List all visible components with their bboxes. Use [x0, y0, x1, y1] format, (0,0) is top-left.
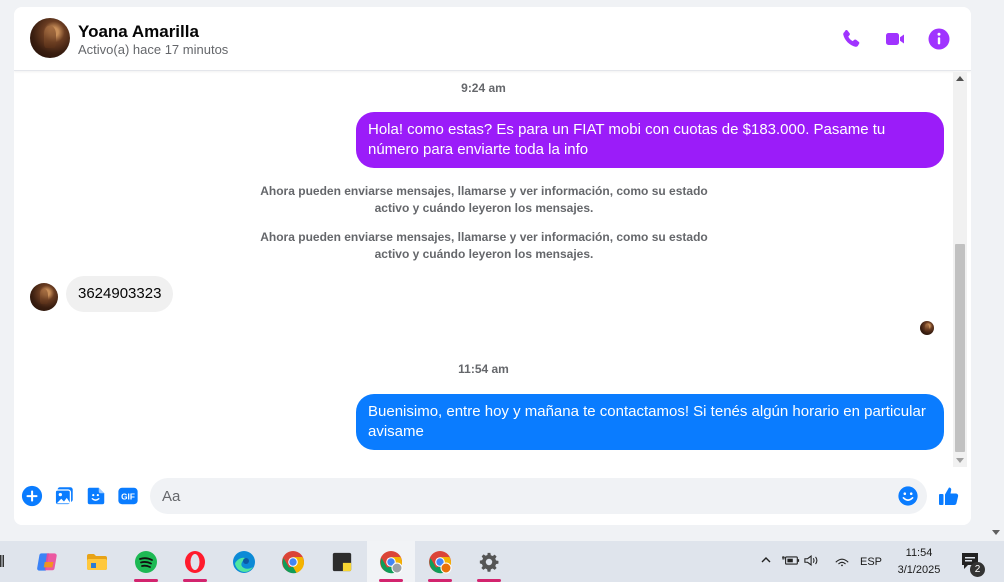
- phone-call-icon[interactable]: [839, 27, 863, 51]
- timestamp: 11:54 am: [458, 362, 509, 376]
- sticky-notes-icon[interactable]: [318, 541, 366, 582]
- incoming-message-bubble[interactable]: 3624903323: [66, 276, 174, 312]
- info-icon[interactable]: [927, 27, 951, 51]
- svg-text:GIF: GIF: [121, 493, 135, 502]
- copilot-icon[interactable]: [24, 541, 72, 582]
- photo-gallery-icon[interactable]: [53, 485, 75, 507]
- contact-avatar[interactable]: [30, 18, 70, 58]
- battery-icon[interactable]: [781, 554, 804, 570]
- message-input-container[interactable]: [150, 478, 927, 514]
- windows-taskbar: ESP 11:54 3/1/2025 2: [0, 541, 1004, 582]
- outgoing-message-bubble[interactable]: Hola! como estas? Es para un FIAT mobi c…: [356, 112, 944, 168]
- system-message: Ahora pueden enviarse mensajes, llamarse…: [260, 230, 708, 261]
- plus-icon[interactable]: [21, 485, 43, 507]
- clock-time: 11:54: [905, 547, 933, 559]
- chat-header: Yoana Amarilla Activo(a) hace 17 minutos: [14, 7, 971, 71]
- timestamp: 9:24 am: [461, 81, 506, 95]
- chrome-profile-icon[interactable]: [416, 541, 464, 582]
- file-explorer-icon[interactable]: [73, 541, 121, 582]
- video-call-icon[interactable]: [883, 27, 907, 51]
- system-tray: ESP: [760, 541, 882, 582]
- scroll-thumb[interactable]: [955, 244, 965, 452]
- notification-count-badge: 2: [970, 562, 985, 577]
- speaker-volume-icon[interactable]: [804, 554, 824, 570]
- chevron-up-icon[interactable]: [760, 554, 774, 569]
- sticker-icon[interactable]: [85, 485, 107, 507]
- chrome-icon[interactable]: [269, 541, 317, 582]
- seen-receipt-avatar: [920, 321, 934, 335]
- edge-icon[interactable]: [220, 541, 268, 582]
- sender-avatar[interactable]: [30, 283, 58, 311]
- message-composer: GIF: [14, 469, 971, 525]
- message-thread: 9:24 am Hola! como estas? Es para un FIA…: [14, 72, 953, 467]
- message-input[interactable]: [162, 478, 882, 514]
- emoji-icon[interactable]: [897, 485, 919, 507]
- wifi-icon[interactable]: [834, 554, 856, 570]
- input-language[interactable]: ESP: [860, 556, 882, 568]
- chat-window: Yoana Amarilla Activo(a) hace 17 minutos…: [14, 7, 971, 525]
- contact-status: Activo(a) hace 17 minutos: [78, 42, 229, 57]
- clock[interactable]: 11:54 3/1/2025: [884, 545, 954, 579]
- message-scrollbar[interactable]: [953, 72, 967, 467]
- system-message: Ahora pueden enviarse mensajes, llamarse…: [260, 184, 708, 215]
- page-scroll-down-arrow[interactable]: [992, 530, 1000, 535]
- clock-date: 3/1/2025: [897, 564, 941, 576]
- widgets-icon[interactable]: [0, 553, 4, 569]
- gif-icon[interactable]: GIF: [117, 485, 139, 507]
- scroll-up-arrow[interactable]: [956, 76, 964, 81]
- spotify-icon[interactable]: [122, 541, 170, 582]
- scroll-down-arrow[interactable]: [956, 458, 964, 463]
- chrome-profile-icon[interactable]: [367, 541, 415, 582]
- thumbs-up-icon[interactable]: [937, 484, 961, 508]
- opera-icon[interactable]: [171, 541, 219, 582]
- settings-gear-icon[interactable]: [465, 541, 513, 582]
- contact-name[interactable]: Yoana Amarilla: [78, 22, 199, 42]
- outgoing-message-bubble[interactable]: Buenisimo, entre hoy y mañana te contact…: [356, 394, 944, 450]
